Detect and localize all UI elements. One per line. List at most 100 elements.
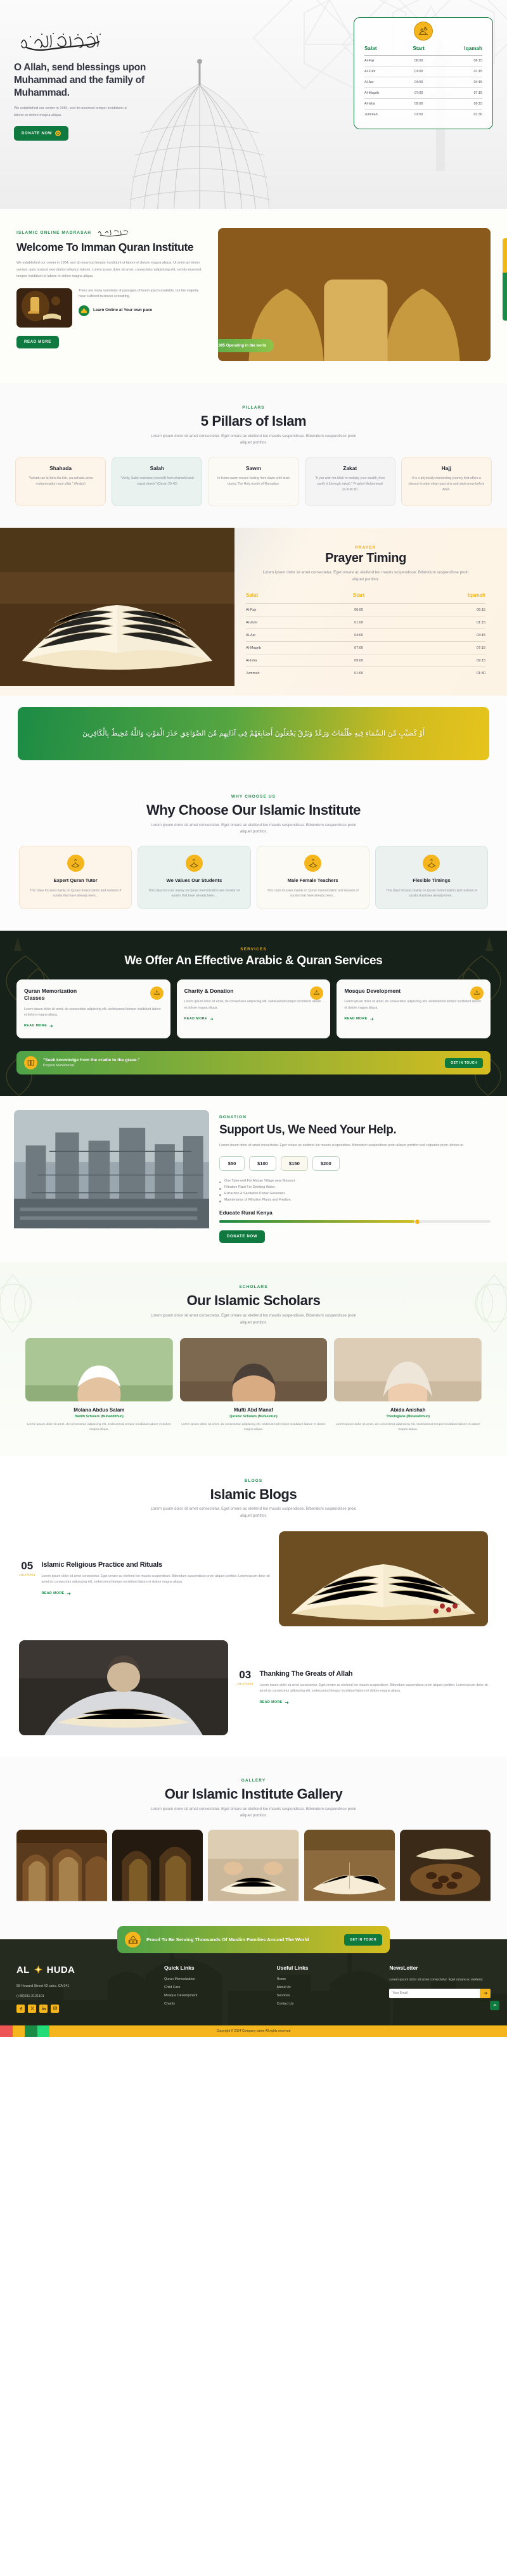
footer-get-in-touch-button[interactable]: GET IN TOUCH xyxy=(344,1934,382,1946)
why-card[interactable]: Flexible Timings This class focuses mainl… xyxy=(375,846,488,910)
gallery-item-quran-open-book[interactable] xyxy=(304,1830,395,1904)
service-card[interactable]: Mosque Development Lorem ipsum dolor sit … xyxy=(337,979,491,1039)
scholar-photo xyxy=(334,1337,482,1401)
scholars-section: SCHOLARS Our Islamic Scholars Lorem ipsu… xyxy=(0,1262,507,1456)
quick-links-list: Quran Memorization Child Care Mosque Devel… xyxy=(164,1977,266,2006)
prayer-iqamah: 07:15 xyxy=(390,641,485,654)
service-card[interactable]: Charity & Donation Lorem ipsum dolor sit … xyxy=(176,979,331,1039)
why-card-text: This class focuses mainly on Quran memor… xyxy=(148,888,240,898)
welcome-image: Since 1995 Operating in the world xyxy=(218,228,491,361)
prayer-iqamah: 09:15 xyxy=(390,654,485,667)
pillar-card: Zakat "If you wish for Allah to multiply … xyxy=(304,457,395,507)
hero-donate-button[interactable]: DONATE NOW xyxy=(14,126,69,141)
service-read-more-link[interactable]: READ MORE xyxy=(24,1024,53,1028)
prayer-start: 07:00 xyxy=(327,641,390,654)
service-icon xyxy=(470,986,484,1000)
footer-link[interactable]: Mosque Development xyxy=(164,1994,266,1998)
hero-title: O Allah, send blessings upon Muhammad an… xyxy=(14,62,146,98)
blog-day: 03 xyxy=(239,1668,252,1681)
donation-donate-button[interactable]: DONATE NOW xyxy=(219,1230,266,1244)
prayer-name: Al-Fajr xyxy=(246,603,328,616)
prayer-name: Al-Isha xyxy=(364,98,403,110)
blog-excerpt: Lorem ipsum dolor sit amet consectetur. … xyxy=(41,1574,270,1584)
hero-prayer-table: Salat Start Iqamah Al-Fajr 06:00 06:15 Al-Z… xyxy=(364,43,482,120)
arrow-right-icon xyxy=(285,1701,289,1704)
service-read-more-label: READ MORE xyxy=(24,1024,48,1028)
newsletter-submit-button[interactable] xyxy=(480,1988,491,1998)
instagram-icon[interactable] xyxy=(51,2004,59,2013)
prayer-row: Jummah 01:00 01:30 xyxy=(364,109,482,120)
facebook-icon[interactable] xyxy=(16,2004,25,2013)
scholar-bio: Lorem ipsum dolor sit amet, do consectet… xyxy=(335,1422,480,1432)
scholars-cards: Molana Abdus Salam Hadith Scholars (Muhad… xyxy=(0,1337,507,1433)
footer-link[interactable]: Charity xyxy=(164,2002,266,2006)
scholar-name: Molana Abdus Salam xyxy=(74,1406,125,1413)
linkedin-icon[interactable] xyxy=(39,2004,48,2013)
blog-month: JULY/2024 xyxy=(237,1681,254,1685)
service-read-more-link[interactable]: READ MORE xyxy=(344,1017,373,1021)
back-to-top-button[interactable] xyxy=(490,2000,499,2010)
prayer-timing-section: PRAYER Prayer Timing Lorem ipsum dolor s… xyxy=(0,528,507,696)
prayer-iqamah: 06:15 xyxy=(390,603,485,616)
gallery-item-mosque-arches-dark[interactable] xyxy=(112,1830,203,1904)
book-icon xyxy=(24,1056,37,1070)
gallery-title: Our Islamic Institute Gallery xyxy=(164,1786,343,1802)
prayer-name: Al-Asr xyxy=(246,628,328,642)
footer-phone: (+88)311-2121101 xyxy=(16,1994,44,1998)
prayer-start: 04:00 xyxy=(402,77,435,88)
blog-read-more-link[interactable]: READ MORE xyxy=(42,1591,71,1596)
prayer-iqamah: 06:15 xyxy=(434,55,482,67)
footer-link[interactable]: Child Care xyxy=(164,1986,266,1989)
service-card[interactable]: Quran Memorization Classes Lorem ipsum do… xyxy=(16,979,170,1039)
pillars-title: 5 Pillars of Islam xyxy=(200,413,307,429)
ayah-text: أَوْ كَصَيِّبٍ مِّنَ السَّمَاءِ فِيهِ ظُ… xyxy=(82,729,425,737)
newsletter-email-input[interactable] xyxy=(389,1988,480,1998)
why-card[interactable]: We Values Our Students This class focuses… xyxy=(138,846,251,910)
prayer-row: Al-Isha 09:00 09:15 xyxy=(364,98,482,110)
footer-link[interactable]: Quran Memorization xyxy=(164,1977,266,1981)
arrow-right-icon xyxy=(49,1024,53,1028)
blog-post-row: 03 JULY/2024 Thanking The Greats of Alla… xyxy=(0,1640,507,1736)
gallery-item-quran-reading-hands[interactable] xyxy=(208,1830,299,1904)
service-title: Charity & Donation xyxy=(184,988,234,995)
scholar-card: Molana Abdus Salam Hadith Scholars (Muhad… xyxy=(25,1337,173,1433)
ayah-banner: أَوْ كَصَيِّبٍ مِّنَ السَّمَاءِ فِيهِ ظُ… xyxy=(18,707,489,760)
footer-link[interactable]: Services xyxy=(277,1994,378,1998)
gallery-item-mosque-interior-arches[interactable] xyxy=(16,1830,108,1904)
pt-col-iqamah: Iqamah xyxy=(467,592,485,598)
logo-text-left: AL xyxy=(16,1965,30,1976)
blog-read-more-link[interactable]: READ MORE xyxy=(260,1700,289,1705)
col-iqamah: Iqamah xyxy=(464,46,482,51)
blog-title: Islamic Religious Practice and Rituals xyxy=(41,1560,163,1569)
donation-lead: Lorem ipsum dolor sit amet consectetur. … xyxy=(219,1144,463,1148)
donation-amount-option[interactable]: $100 xyxy=(249,1156,276,1171)
service-icon xyxy=(150,986,164,1000)
progress-knob[interactable] xyxy=(414,1218,421,1225)
twitter-x-icon[interactable] xyxy=(28,2004,36,2013)
prayer-iqamah: 01:15 xyxy=(390,616,485,629)
hadith-get-in-touch-button[interactable]: GET IN TOUCH xyxy=(445,1057,483,1068)
scholar-name: Mufti Abd Manaf xyxy=(234,1406,273,1413)
donation-amount-option[interactable]: $50 xyxy=(219,1156,245,1171)
footer-link[interactable]: About Us xyxy=(277,1986,378,1989)
donation-amount-option[interactable]: $200 xyxy=(312,1156,340,1171)
prayer-row: Al-Magrib 07:00 07:15 xyxy=(364,87,482,99)
footer-link[interactable]: Contact Us xyxy=(277,2002,378,2006)
prayer-start: 01:00 xyxy=(327,616,390,629)
services-eyebrow: SERVICES xyxy=(240,947,267,952)
footer-link[interactable]: Home xyxy=(277,1977,378,1981)
why-card-text: This class focuses mainly on Quran memor… xyxy=(267,888,359,898)
gallery-item-dates-and-quran[interactable] xyxy=(399,1830,491,1904)
services-cards: Quran Memorization Classes Lorem ipsum do… xyxy=(0,979,507,1039)
why-card[interactable]: Male Female Teachers This class focuses m… xyxy=(256,846,369,910)
donation-amount-option[interactable]: $150 xyxy=(280,1156,308,1171)
gallery-eyebrow: GALLERY xyxy=(241,1778,266,1783)
service-read-more-link[interactable]: READ MORE xyxy=(184,1017,214,1021)
why-card[interactable]: Expert Quran Tutor This class focuses mai… xyxy=(19,846,132,910)
welcome-read-more-button[interactable]: READ MORE xyxy=(16,335,59,348)
book-stand-icon xyxy=(304,855,322,872)
scholar-role: Quranic Scholars (Mufassirun) xyxy=(229,1414,278,1419)
prayer-name: Al-Isha xyxy=(246,654,328,667)
prayer-start: 01:00 xyxy=(327,666,390,679)
prayer-name: Al-Fajr xyxy=(364,55,403,67)
